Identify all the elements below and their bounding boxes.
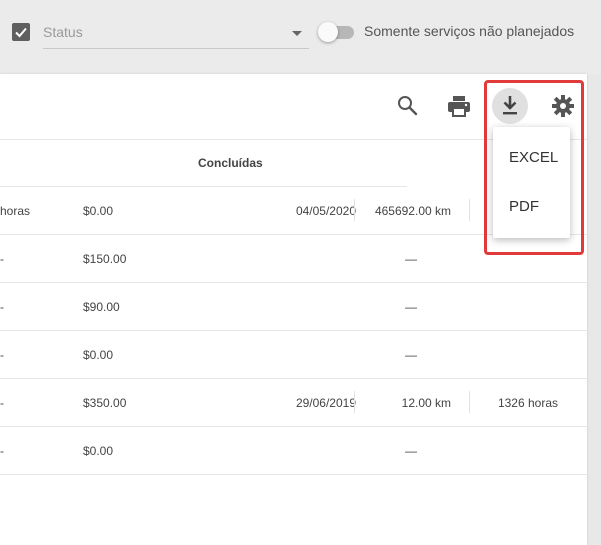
cell-cost: $0.00 xyxy=(83,348,114,362)
unplanned-services-toggle[interactable] xyxy=(318,22,354,42)
cell-col1: - xyxy=(0,348,4,362)
status-checkbox[interactable] xyxy=(12,23,30,41)
column-divider xyxy=(354,199,355,221)
cell-empty-dash: — xyxy=(405,348,417,362)
check-icon xyxy=(15,27,27,38)
export-excel-item[interactable]: EXCEL xyxy=(509,149,558,166)
cell-col1: - xyxy=(0,396,4,410)
column-divider xyxy=(469,391,470,413)
toggle-thumb xyxy=(318,22,338,42)
table-row[interactable]: - $350.00 29/06/2019 12.00 km 1326 horas xyxy=(0,379,587,427)
cell-odometer: 465692.00 km xyxy=(374,204,451,218)
print-icon[interactable] xyxy=(445,93,473,121)
cell-cost: $90.00 xyxy=(83,300,120,314)
export-menu: EXCEL PDF xyxy=(493,127,570,238)
column-divider xyxy=(354,391,355,413)
cell-date: 04/05/2020 xyxy=(295,204,356,218)
cell-hours: 1326 horas xyxy=(497,396,558,410)
cell-cost: $350.00 xyxy=(83,396,127,410)
cell-cost: $0.00 xyxy=(83,444,114,458)
group-header-label: Concluídas xyxy=(198,156,263,170)
table-row[interactable]: - $0.00 — xyxy=(0,427,587,475)
cell-odometer: 12.00 km xyxy=(401,396,451,410)
filter-bar: Status Somente serviços não planejados xyxy=(0,0,601,74)
group-header-concluidas: Concluídas xyxy=(0,140,407,187)
cell-col1: - xyxy=(0,252,4,266)
search-icon[interactable] xyxy=(394,92,422,120)
table-row[interactable]: - $0.00 — xyxy=(0,331,587,379)
cell-date: 29/06/2019 xyxy=(295,396,356,410)
cell-cost: $0.00 xyxy=(83,204,114,218)
toggle-label: Somente serviços não planejados xyxy=(364,23,575,39)
cell-col1: - xyxy=(0,444,4,458)
status-placeholder: Status xyxy=(43,24,83,40)
column-divider xyxy=(469,199,470,221)
table-row[interactable]: - $90.00 — xyxy=(0,283,587,331)
cell-col1: horas xyxy=(0,204,31,218)
chevron-down-icon xyxy=(292,31,302,36)
cell-empty-dash: — xyxy=(405,444,417,458)
cell-empty-dash: — xyxy=(405,252,417,266)
cell-empty-dash: — xyxy=(405,300,417,314)
cell-col1: - xyxy=(0,300,4,314)
cell-cost: $150.00 xyxy=(83,252,127,266)
status-select[interactable]: Status xyxy=(43,20,309,49)
export-pdf-item[interactable]: PDF xyxy=(509,198,539,215)
